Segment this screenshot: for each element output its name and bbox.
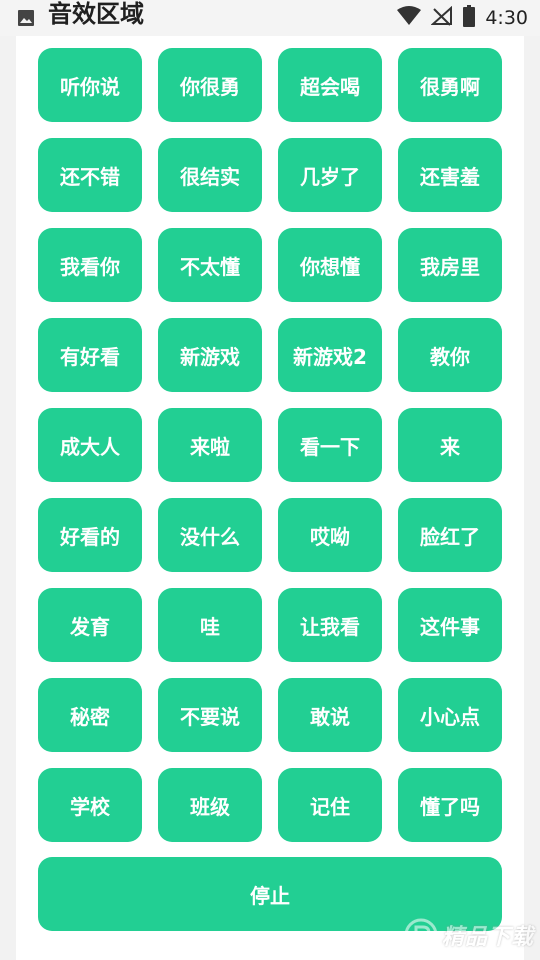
sound-button[interactable]: 不太懂 [158, 228, 262, 302]
sound-button[interactable]: 听你说 [38, 48, 142, 122]
sound-button[interactable]: 还不错 [38, 138, 142, 212]
sound-button[interactable]: 我房里 [398, 228, 502, 302]
sound-button[interactable]: 哇 [158, 588, 262, 662]
sound-effects-panel: 听你说 你很勇 超会喝 很勇啊 还不错 很结实 几岁了 还害羞 我看你 不太懂 … [16, 36, 524, 960]
sound-button[interactable]: 脸红了 [398, 498, 502, 572]
sound-button-grid: 听你说 你很勇 超会喝 很勇啊 还不错 很结实 几岁了 还害羞 我看你 不太懂 … [38, 48, 502, 842]
sound-button[interactable]: 新游戏 [158, 318, 262, 392]
sound-button[interactable]: 让我看 [278, 588, 382, 662]
sound-button[interactable]: 新游戏2 [278, 318, 382, 392]
sound-button[interactable]: 很勇啊 [398, 48, 502, 122]
sound-button[interactable]: 哎呦 [278, 498, 382, 572]
sound-button[interactable]: 学校 [38, 768, 142, 842]
no-signal-icon [430, 5, 453, 30]
sound-button[interactable]: 不要说 [158, 678, 262, 752]
status-time: 4:30 [485, 7, 528, 29]
sound-button[interactable]: 来 [398, 408, 502, 482]
status-left: 音效区域 [16, 0, 397, 32]
sound-button[interactable]: 还害羞 [398, 138, 502, 212]
sound-button[interactable]: 懂了吗 [398, 768, 502, 842]
sound-button[interactable]: 几岁了 [278, 138, 382, 212]
sound-button[interactable]: 没什么 [158, 498, 262, 572]
status-bar: 音效区域 4:30 [0, 0, 540, 36]
sound-button[interactable]: 你想懂 [278, 228, 382, 302]
sound-button[interactable]: 成大人 [38, 408, 142, 482]
sound-button[interactable]: 小心点 [398, 678, 502, 752]
sound-button[interactable]: 敢说 [278, 678, 382, 752]
page-title: 音效区域 [48, 0, 144, 28]
sound-button[interactable]: 很结实 [158, 138, 262, 212]
sound-button[interactable]: 记住 [278, 768, 382, 842]
wifi-icon [397, 6, 422, 30]
sound-button[interactable]: 你很勇 [158, 48, 262, 122]
sound-button[interactable]: 发育 [38, 588, 142, 662]
watermark-text: 精品下载 [441, 925, 534, 950]
sound-button[interactable]: 教你 [398, 318, 502, 392]
status-right: 4:30 [397, 5, 528, 31]
gallery-icon [16, 8, 36, 28]
p-logo-icon [404, 918, 438, 952]
battery-icon [463, 5, 476, 31]
sound-button[interactable]: 班级 [158, 768, 262, 842]
watermark: 精品下载 [404, 918, 534, 952]
sound-button[interactable]: 我看你 [38, 228, 142, 302]
sound-button[interactable]: 看一下 [278, 408, 382, 482]
sound-button[interactable]: 有好看 [38, 318, 142, 392]
sound-button[interactable]: 好看的 [38, 498, 142, 572]
sound-button[interactable]: 超会喝 [278, 48, 382, 122]
sound-button[interactable]: 这件事 [398, 588, 502, 662]
sound-button[interactable]: 来啦 [158, 408, 262, 482]
sound-button[interactable]: 秘密 [38, 678, 142, 752]
